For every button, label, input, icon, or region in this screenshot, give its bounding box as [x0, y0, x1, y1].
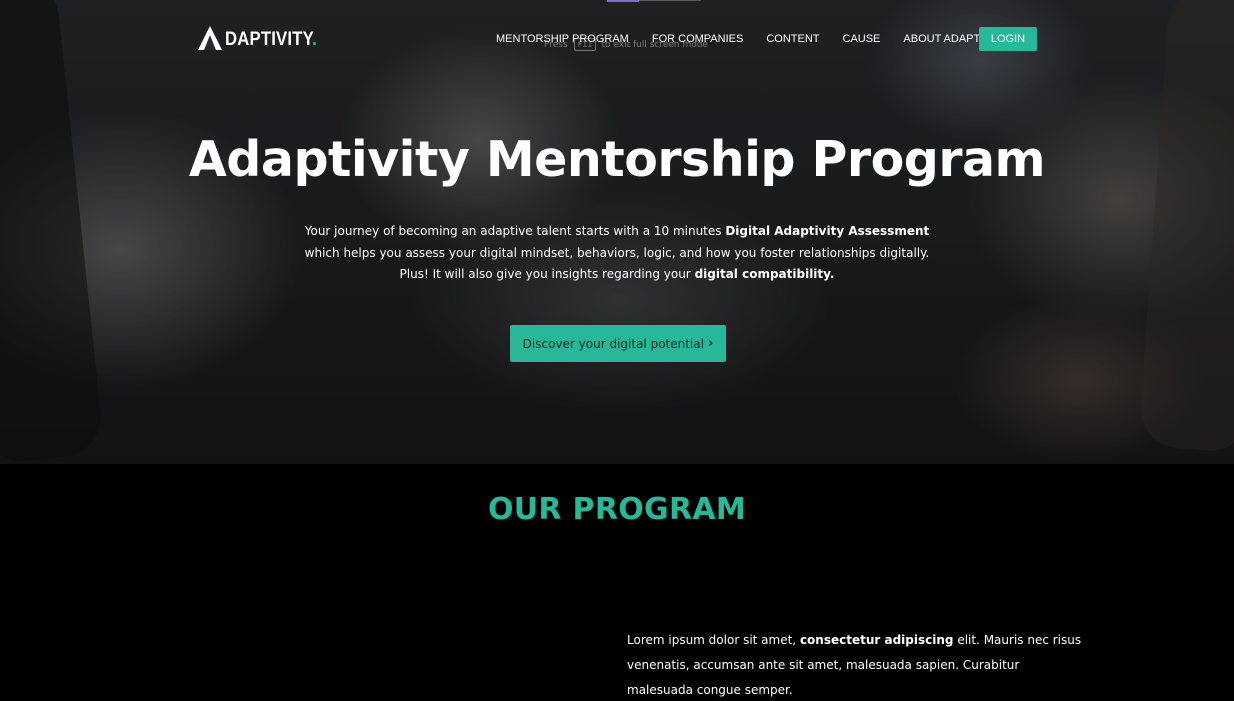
hero-section: DAPTIVITY. Press F11 to exit full screen…: [0, 0, 1234, 464]
hero-title: Adaptivity Mentorship Program: [188, 131, 1046, 188]
program-section-title: OUR PROGRAM: [487, 492, 747, 527]
hero-line1-text: Your journey of becoming an adaptive tal…: [304, 224, 726, 238]
nav-item-content[interactable]: CONTENT: [766, 33, 819, 45]
main-nav: MENTORSHIP PROGRAM FOR COMPANIES CONTENT…: [496, 28, 1020, 50]
program-para-start: Lorem ipsum dolor sit amet,: [627, 633, 800, 647]
logo-text: DAPTIVITY.: [225, 29, 317, 50]
nav-item-for-companies[interactable]: FOR COMPANIES: [652, 33, 743, 45]
hero-line3-text: Plus! It will also give you insights reg…: [399, 267, 695, 281]
hero-description: Your journey of becoming an adaptive tal…: [280, 221, 954, 286]
fullscreen-indicator-track: [639, 0, 701, 1]
hero-line3-bold: digital compatibility.: [694, 267, 835, 281]
program-para-bold: consectetur adipiscing: [799, 633, 954, 647]
hero-line1-bold: Digital Adaptivity Assessment: [725, 224, 930, 238]
fullscreen-indicator-bar: [607, 0, 639, 2]
login-button[interactable]: LOGIN: [979, 27, 1037, 51]
logo[interactable]: DAPTIVITY.: [198, 24, 329, 50]
discover-potential-button[interactable]: Discover your digital potential ›: [510, 325, 726, 362]
program-description: Lorem ipsum dolor sit amet, consectetur …: [627, 628, 1087, 701]
chevron-right-icon: ›: [707, 336, 714, 351]
logo-a-icon: [198, 26, 224, 50]
nav-item-mentorship-program[interactable]: MENTORSHIP PROGRAM: [496, 33, 629, 45]
discover-potential-label: Discover your digital potential: [522, 336, 704, 351]
hero-line2-text: which helps you assess your digital mind…: [304, 245, 930, 260]
nav-item-cause[interactable]: CAUSE: [843, 33, 881, 45]
